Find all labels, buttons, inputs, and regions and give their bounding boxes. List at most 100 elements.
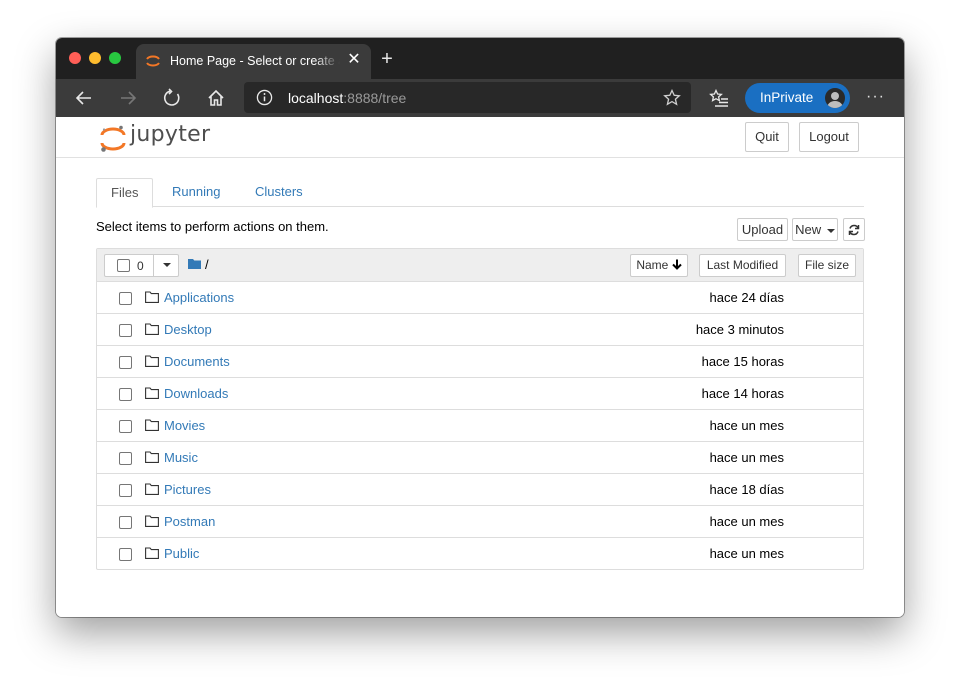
item-modified: hace 3 minutos — [695, 322, 784, 337]
file-list-header: 0 / Name Last Modified File size — [97, 249, 863, 282]
item-name-link[interactable]: Documents — [164, 354, 230, 369]
tab-bar: Home Page - Select or create a notebook … — [56, 38, 904, 79]
row-checkbox[interactable] — [119, 324, 132, 337]
sort-size-button[interactable]: File size — [798, 254, 856, 277]
close-window-button[interactable] — [69, 52, 81, 64]
list-item[interactable]: Postman hace un mes — [97, 506, 863, 538]
list-item[interactable]: Downloads hace 14 horas — [97, 378, 863, 410]
home-icon[interactable] — [206, 88, 226, 108]
item-modified: hace 15 horas — [701, 354, 784, 369]
address-text: localhost:8888/tree — [288, 90, 406, 106]
folder-icon — [145, 355, 159, 367]
sort-name-label: Name — [636, 258, 669, 272]
upload-button[interactable]: Upload — [737, 218, 788, 241]
item-name-link[interactable]: Applications — [164, 290, 234, 305]
favorite-star-icon[interactable] — [663, 89, 681, 107]
refresh-icon[interactable] — [162, 88, 182, 108]
address-path: :8888/tree — [343, 90, 407, 106]
profile-avatar-icon — [823, 86, 847, 110]
row-checkbox[interactable] — [119, 516, 132, 529]
jupyter-page: jupyter Quit Logout Files Running Cluste… — [56, 117, 904, 617]
row-checkbox[interactable] — [119, 388, 132, 401]
info-icon[interactable] — [256, 89, 273, 106]
list-item[interactable]: Documents hace 15 horas — [97, 346, 863, 378]
list-item[interactable]: Public hace un mes — [97, 538, 863, 570]
row-checkbox[interactable] — [119, 356, 132, 369]
item-modified: hace 18 días — [709, 482, 784, 497]
refresh-list-button[interactable] — [843, 218, 865, 241]
address-host: localhost — [288, 90, 344, 106]
tab-running[interactable]: Running — [158, 178, 234, 208]
item-name-link[interactable]: Pictures — [164, 482, 211, 497]
item-name-link[interactable]: Postman — [164, 514, 215, 529]
caret-down-icon — [826, 228, 835, 233]
page-header: jupyter Quit Logout — [56, 117, 904, 158]
breadcrumb[interactable]: / — [205, 257, 209, 272]
item-name-link[interactable]: Downloads — [164, 386, 228, 401]
new-tab-icon[interactable]: + — [379, 49, 395, 69]
item-name-link[interactable]: Music — [164, 450, 198, 465]
item-modified: hace un mes — [709, 450, 784, 465]
folder-icon — [145, 419, 159, 431]
list-item[interactable]: Movies hace un mes — [97, 410, 863, 442]
refresh-icon — [848, 224, 860, 236]
folder-icon — [145, 515, 159, 527]
jupyter-logo-icon — [100, 125, 126, 152]
folder-icon — [145, 547, 159, 559]
item-name-link[interactable]: Movies — [164, 418, 205, 433]
file-list: 0 / Name Last Modified File size Applica… — [96, 248, 864, 570]
folder-icon — [145, 483, 159, 495]
list-item[interactable]: Music hace un mes — [97, 442, 863, 474]
select-menu-caret-icon[interactable] — [153, 254, 179, 277]
list-item[interactable]: Applications hace 24 días — [97, 282, 863, 314]
folder-icon — [145, 291, 159, 303]
select-all-checkbox[interactable] — [117, 259, 130, 272]
minimize-window-button[interactable] — [89, 52, 101, 64]
new-label: New — [795, 222, 822, 237]
item-modified: hace un mes — [709, 546, 784, 561]
item-modified: hace un mes — [709, 514, 784, 529]
browser-window: Home Page - Select or create a notebook … — [56, 38, 904, 617]
item-name-link[interactable]: Desktop — [164, 322, 212, 337]
tab-files[interactable]: Files — [96, 178, 154, 208]
forward-arrow-icon[interactable] — [118, 88, 138, 108]
list-item[interactable]: Pictures hace 18 días — [97, 474, 863, 506]
row-checkbox[interactable] — [119, 548, 132, 561]
navigation-bar: localhost:8888/tree InPrivate ··· — [56, 79, 904, 117]
folder-icon — [145, 451, 159, 463]
tab-list: Files Running Clusters — [96, 178, 864, 208]
maximize-window-button[interactable] — [109, 52, 121, 64]
more-menu-icon[interactable]: ··· — [866, 88, 885, 106]
close-tab-icon[interactable]: ✕ — [347, 52, 361, 68]
quit-button[interactable]: Quit — [745, 122, 789, 152]
row-checkbox[interactable] — [119, 452, 132, 465]
logo-text: jupyter — [130, 122, 211, 147]
tab-title: Home Page - Select or create a notebook — [170, 54, 340, 68]
address-bar[interactable]: localhost:8888/tree — [244, 82, 691, 113]
tab-clusters[interactable]: Clusters — [241, 178, 317, 208]
select-all-group: 0 — [104, 254, 179, 277]
inprivate-button[interactable]: InPrivate — [745, 83, 850, 113]
inprivate-label: InPrivate — [760, 90, 814, 105]
row-checkbox[interactable] — [119, 292, 132, 305]
browser-tab[interactable]: Home Page - Select or create a notebook … — [136, 44, 371, 79]
item-modified: hace 14 horas — [701, 386, 784, 401]
folder-icon — [145, 387, 159, 399]
back-arrow-icon[interactable] — [74, 88, 94, 108]
row-checkbox[interactable] — [119, 420, 132, 433]
new-dropdown-button[interactable]: New — [792, 218, 838, 241]
folder-icon — [145, 323, 159, 335]
selection-hint: Select items to perform actions on them. — [96, 219, 329, 234]
favorites-list-icon[interactable] — [709, 88, 729, 108]
item-name-link[interactable]: Public — [164, 546, 199, 561]
folder-icon[interactable] — [188, 258, 201, 269]
sort-modified-button[interactable]: Last Modified — [699, 254, 786, 277]
sort-name-button[interactable]: Name — [630, 254, 688, 277]
selected-count: 0 — [137, 259, 144, 273]
jupyter-favicon-icon — [146, 55, 160, 67]
row-checkbox[interactable] — [119, 484, 132, 497]
logout-button[interactable]: Logout — [799, 122, 859, 152]
item-modified: hace un mes — [709, 418, 784, 433]
list-item[interactable]: Desktop hace 3 minutos — [97, 314, 863, 346]
item-modified: hace 24 días — [709, 290, 784, 305]
